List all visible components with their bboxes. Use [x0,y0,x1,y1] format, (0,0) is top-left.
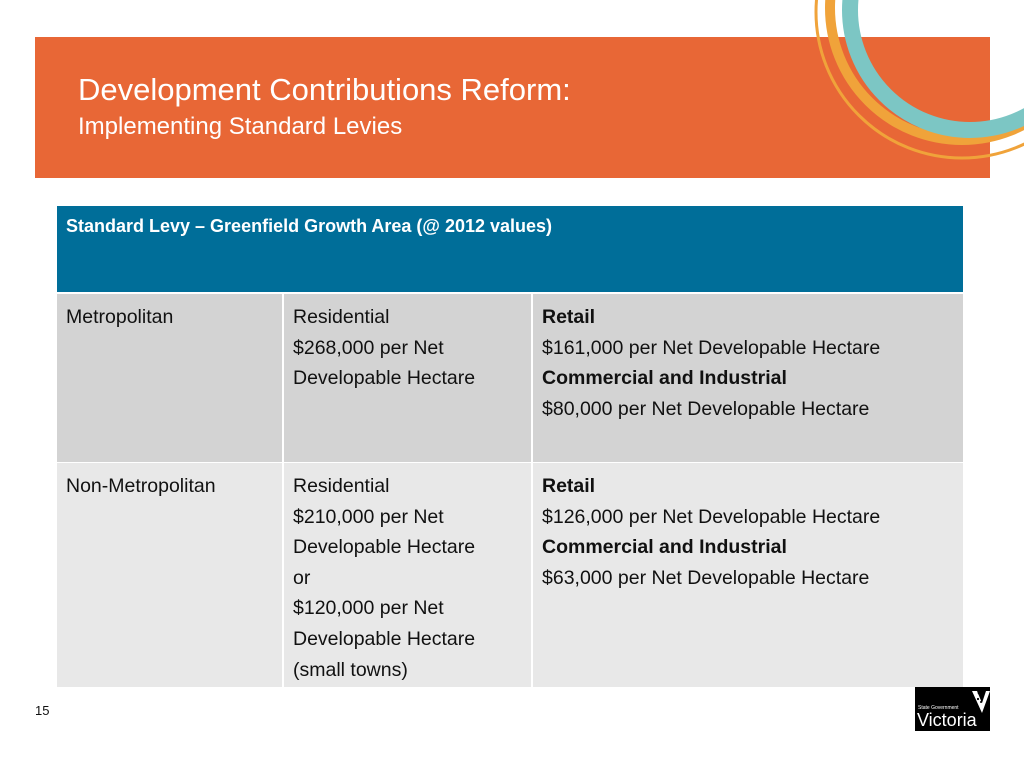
ci-value: $63,000 per Net Developable Hectare [542,566,870,589]
residential-label: Residential [293,475,390,497]
retail-label: Retail [542,475,596,497]
residential-line: $120,000 per Net [293,597,444,620]
ci-label: Commercial and Industrial [542,367,787,390]
residential-line: or [293,566,311,589]
page-number: 15 [35,703,50,718]
ci-value: $80,000 per Net Developable Hectare [542,397,870,420]
area-cell: Metropolitan [57,294,282,462]
residential-line: $210,000 per Net [293,505,444,528]
levy-table: Standard Levy – Greenfield Growth Area (… [57,206,963,688]
residential-line: Developable Hectare [293,367,476,390]
table-row: Non-Metropolitan Residential $210,000 pe… [57,463,963,687]
retail-label: Retail [542,306,596,328]
residential-line: $268,000 per Net [293,336,444,359]
retail-value: $161,000 per Net Developable Hectare [542,336,881,359]
logo-big-text: Victoria [917,710,977,730]
retail-value: $126,000 per Net Developable Hectare [542,505,881,528]
residential-line: (small towns) [293,658,408,681]
residential-line: Developable Hectare [293,536,476,559]
area-cell: Non-Metropolitan [57,463,282,687]
victoria-logo: State Government Victoria [915,687,990,731]
residential-label: Residential [293,306,390,328]
residential-cell: Residential $210,000 per Net Developable… [284,463,531,687]
residential-cell: Residential $268,000 per Net Developable… [284,294,531,462]
residential-line: Developable Hectare [293,627,476,650]
slide-subtitle: Implementing Standard Levies [78,113,403,140]
table-heading: Standard Levy – Greenfield Growth Area (… [57,206,963,292]
table-row: Metropolitan Residential $268,000 per Ne… [57,294,963,462]
ci-label: Commercial and Industrial [542,536,787,559]
non-residential-cell: Retail $126,000 per Net Developable Hect… [533,463,963,687]
slide-title: Development Contributions Reform: [78,72,571,107]
non-residential-cell: Retail $161,000 per Net Developable Hect… [533,294,963,462]
